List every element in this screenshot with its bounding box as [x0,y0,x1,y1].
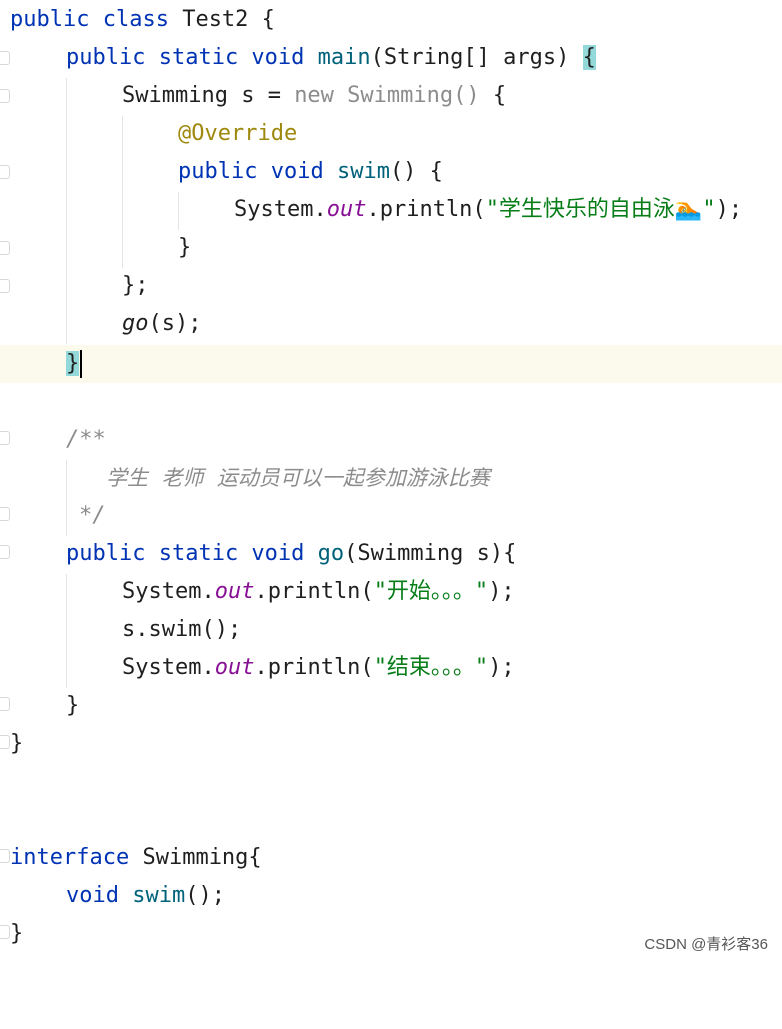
matched-brace: } [66,351,80,376]
code-line[interactable]: System.out.println("开始。。。"); [0,573,782,611]
code-line[interactable]: Swimming s = new Swimming() { [0,77,782,115]
current-code-line[interactable]: } [0,345,782,383]
text-caret [80,350,83,378]
code-line[interactable]: System.out.println("结束。。。"); [0,649,782,687]
code-line[interactable]: } [0,229,782,267]
keyword: void [66,883,119,908]
keyword: public static void [66,45,305,70]
code-line[interactable]: interface Swimming{ [0,839,782,877]
code-text: .println( [366,197,486,222]
code-text: System. [234,197,327,222]
code-line[interactable]: void swim(); [0,877,782,915]
code-text: Swimming{ [129,845,262,870]
code-line[interactable]: public static void main(String[] args) { [0,39,782,77]
code-line[interactable]: } [0,687,782,725]
code-text: ); [715,197,743,222]
keyword: public class [10,7,169,32]
keyword: public void [178,159,324,184]
method-call: go [122,311,149,336]
code-text: (); [185,883,225,908]
method-name: swim [336,159,390,184]
string-literal: "开始。。。" [373,579,489,604]
code-text: Swimming s = [122,83,295,108]
code-text: () { [389,159,443,184]
code-line[interactable]: /** [0,421,782,459]
annotation: @Override [178,121,298,146]
static-field: out [214,655,255,680]
code-text: .println( [254,579,374,604]
matched-brace: { [582,45,596,70]
anonymous-class-hint: new Swimming() [294,83,480,108]
method-name: go [317,541,345,566]
code-line[interactable]: public class Test2 { [0,1,782,39]
code-text: (Swimming s){ [344,541,517,566]
string-literal: "学生快乐的自由泳🏊" [485,197,716,222]
code-text: } [10,731,24,756]
code-text: s.swim(); [122,617,242,642]
code-text: } [66,693,80,718]
code-text: .println( [254,655,374,680]
code-text: ); [488,655,515,680]
code-text: } [10,921,24,946]
code-line[interactable]: */ [0,497,782,535]
code-line[interactable]: System.out.println("学生快乐的自由泳🏊"); [0,191,782,229]
keyword: interface [10,845,130,870]
code-text: (s); [148,311,202,336]
string-literal: "结束。。。" [373,655,489,680]
doc-comment-text: 学生 老师 运动员可以一起参加游泳比赛 [106,466,490,490]
code-line[interactable]: @Override [0,115,782,153]
code-text: { [479,83,507,108]
doc-comment-start: /** [66,427,106,452]
code-line[interactable]: s.swim(); [0,611,782,649]
code-line[interactable]: 学生 老师 运动员可以一起参加游泳比赛 [0,459,782,497]
code-text: Test2 { [168,7,275,32]
code-line[interactable]: }; [0,267,782,305]
keyword: public static void [66,541,305,566]
code-text: ); [488,579,515,604]
static-field: out [326,197,367,222]
code-text: System. [122,655,215,680]
code-line[interactable]: public static void go(Swimming s){ [0,535,782,573]
code-text: }; [122,273,149,298]
static-field: out [214,579,255,604]
code-line[interactable]: go(s); [0,305,782,343]
code-text: System. [122,579,215,604]
code-line[interactable]: } [0,725,782,763]
watermark: CSDN @青衫客36 [644,936,768,953]
method-name: swim [132,883,186,908]
method-name: main [317,45,371,70]
code-text: } [178,235,192,260]
code-editor[interactable]: public class Test2 { public static void … [0,0,782,963]
code-line[interactable]: public void swim() { [0,153,782,191]
doc-comment-end: */ [79,503,106,528]
code-text: (String[] args) [370,45,583,70]
